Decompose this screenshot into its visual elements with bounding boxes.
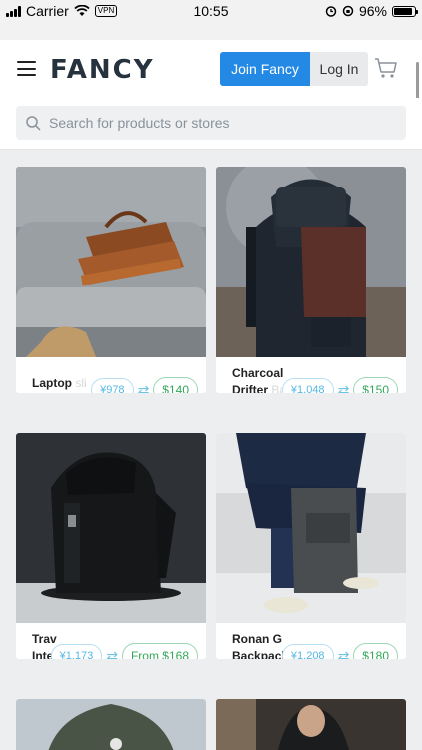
product-info: Laptop sli ¥978 ⇄ $140	[16, 357, 206, 393]
product-card[interactable]: Charcoal Drifter Ba ¥1,048 ⇄ $150	[216, 167, 406, 393]
converted-price: $140	[153, 377, 198, 393]
product-image[interactable]	[16, 167, 206, 357]
original-price: ¥978	[91, 378, 134, 393]
exchange-icon: ⇄	[106, 647, 118, 660]
product-info: Ronan G Backpack ¥1,208 ⇄ $180	[216, 623, 406, 659]
product-image[interactable]	[216, 699, 406, 750]
search-bar: Search for products or stores	[0, 98, 422, 150]
price-group: ¥978 ⇄ $140	[91, 377, 198, 393]
battery-icon	[392, 5, 418, 17]
product-card[interactable]: Laptop sli ¥978 ⇄ $140	[16, 167, 206, 393]
product-image[interactable]	[16, 433, 206, 623]
price-group: ¥1,208 ⇄ $180	[281, 643, 398, 660]
price-group: ¥1,173 ⇄ From $168	[50, 643, 198, 660]
original-price: ¥1,048	[281, 378, 334, 393]
search-icon	[26, 115, 41, 131]
login-button[interactable]: Log In	[310, 52, 368, 86]
search-placeholder: Search for products or stores	[49, 115, 230, 131]
original-price: ¥1,173	[50, 644, 103, 659]
exchange-icon: ⇄	[337, 381, 350, 394]
converted-price: $180	[353, 643, 398, 659]
product-card[interactable]: Ronan G Backpack ¥1,208 ⇄ $180	[216, 433, 406, 659]
exchange-icon: ⇄	[337, 647, 350, 660]
converted-price: $150	[353, 377, 398, 393]
menu-icon[interactable]	[17, 61, 36, 76]
product-image[interactable]	[216, 433, 406, 623]
product-info: Charcoal Drifter Ba ¥1,048 ⇄ $150	[216, 357, 406, 393]
alarm-icon	[325, 6, 337, 17]
rotation-lock-icon	[342, 5, 354, 17]
product-image[interactable]	[16, 699, 206, 750]
status-right: 96%	[325, 3, 418, 19]
battery-percent: 96%	[358, 3, 387, 19]
price-group: ¥1,048 ⇄ $150	[281, 377, 398, 394]
product-image[interactable]	[216, 167, 406, 357]
search-input[interactable]: Search for products or stores	[16, 106, 406, 140]
app-logo[interactable]: FANCY	[50, 55, 155, 85]
exchange-icon: ⇄	[137, 381, 150, 394]
product-info: Trav Integ ¥1,173 ⇄ From $168	[16, 623, 206, 659]
original-price: ¥1,208	[281, 644, 334, 659]
product-card[interactable]	[216, 699, 406, 750]
converted-price: From $168	[121, 643, 198, 659]
join-button[interactable]: Join Fancy	[220, 52, 310, 86]
app-header: FANCY Join Fancy Log In	[0, 40, 422, 98]
product-card[interactable]: Trav Integ ¥1,173 ⇄ From $168	[16, 433, 206, 659]
product-card[interactable]	[16, 699, 206, 750]
status-bar: Carrier VPN 10:55 96%	[0, 0, 422, 40]
cart-icon[interactable]	[374, 55, 398, 81]
